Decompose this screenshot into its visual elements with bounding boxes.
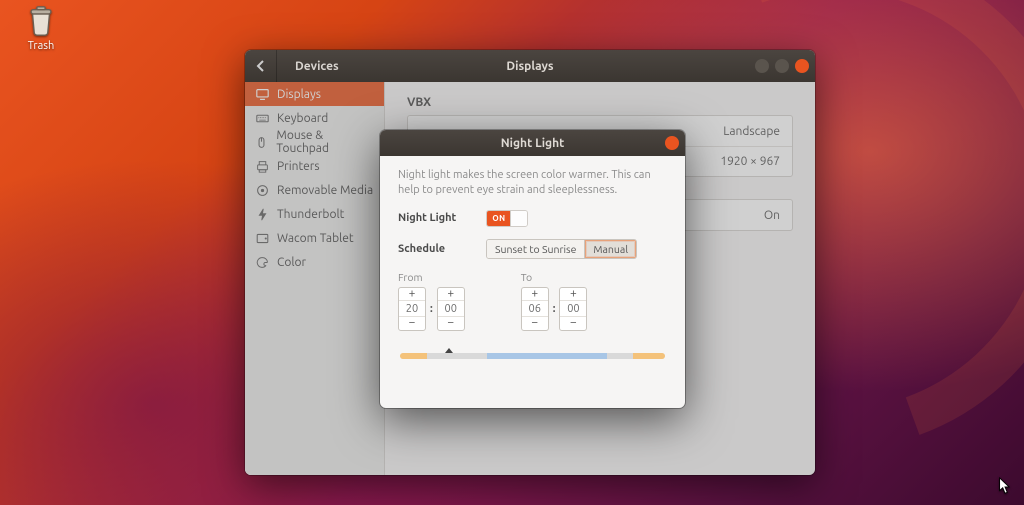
desktop: Trash Devices Displays Displays [0, 0, 1024, 505]
dialog-title: Night Light [501, 137, 565, 150]
dialog-close-button[interactable] [665, 136, 679, 150]
to-hour-down[interactable]: − [522, 317, 548, 330]
desktop-trash-label: Trash [14, 40, 68, 52]
schedule-label: Schedule [398, 243, 486, 255]
to-label: To [521, 271, 588, 283]
minimize-button[interactable] [755, 59, 769, 73]
to-minute-spinner: + 00 − [559, 287, 587, 331]
night-light-toggle[interactable]: ON [486, 210, 528, 227]
from-minute-value[interactable]: 00 [438, 301, 464, 317]
from-hour-up[interactable]: + [399, 288, 425, 301]
trash-icon [14, 4, 68, 38]
from-hour-spinner: + 20 − [398, 287, 426, 331]
from-hour-down[interactable]: − [399, 317, 425, 330]
back-button[interactable] [245, 50, 277, 82]
to-hour-spinner: + 06 − [521, 287, 549, 331]
maximize-button[interactable] [775, 59, 789, 73]
timeline-caret-icon [445, 348, 453, 353]
to-hour-value[interactable]: 06 [522, 301, 548, 317]
toggle-knob [510, 211, 528, 226]
schedule-option-sunset[interactable]: Sunset to Sunrise [487, 240, 584, 258]
time-colon: : [430, 303, 433, 315]
schedule-timeline[interactable] [400, 353, 665, 359]
night-light-dialog: Night Light Night light makes the screen… [380, 130, 685, 408]
to-time-group: To + 06 − : + 00 − [521, 271, 588, 331]
schedule-option-manual[interactable]: Manual [584, 240, 636, 258]
time-colon: : [553, 303, 556, 315]
toggle-on-text: ON [487, 211, 511, 226]
from-hour-value[interactable]: 20 [399, 301, 425, 317]
schedule-segmented: Sunset to Sunrise Manual [486, 239, 637, 259]
from-minute-down[interactable]: − [438, 317, 464, 330]
to-minute-up[interactable]: + [560, 288, 586, 301]
night-light-toggle-label: Night Light [398, 212, 486, 224]
close-button[interactable] [795, 59, 809, 73]
window-titlebar[interactable]: Devices Displays [245, 50, 815, 82]
from-label: From [398, 271, 465, 283]
from-time-group: From + 20 − : + 00 − [398, 271, 465, 331]
desktop-trash[interactable]: Trash [14, 4, 68, 52]
to-minute-down[interactable]: − [560, 317, 586, 330]
window-controls [755, 50, 809, 82]
to-hour-up[interactable]: + [522, 288, 548, 301]
to-minute-value[interactable]: 00 [560, 301, 586, 317]
titlebar-section: Devices [277, 60, 357, 73]
dialog-titlebar[interactable]: Night Light [380, 130, 685, 156]
cursor-icon [998, 477, 1012, 495]
from-minute-up[interactable]: + [438, 288, 464, 301]
from-minute-spinner: + 00 − [437, 287, 465, 331]
dialog-description: Night light makes the screen color warme… [398, 168, 667, 198]
